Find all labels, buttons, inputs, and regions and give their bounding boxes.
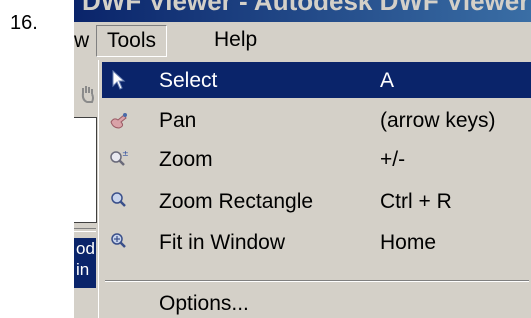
menu-help[interactable]: Help — [214, 25, 257, 55]
zoom-rectangle-icon — [108, 190, 130, 212]
background-separator — [74, 228, 96, 232]
menu-item-shortcut: A — [380, 69, 395, 92]
menu-item-label: Zoom Rectangle — [159, 190, 314, 213]
background-selected-panel: od in — [74, 238, 96, 288]
menu-item-shortcut: (arrow keys) — [380, 109, 496, 132]
menu-item-shortcut: +/- — [380, 148, 406, 171]
fit-window-icon — [108, 231, 130, 253]
menu-tools[interactable]: Tools — [96, 25, 168, 57]
hand-icon — [78, 84, 98, 104]
menu-item-fit-in-window[interactable]: Fit in Window Home — [102, 224, 531, 260]
menu-item-select[interactable]: Select A — [102, 62, 531, 98]
menu-item-options[interactable]: Options... — [102, 285, 531, 318]
menu-item-label: Zoom — [159, 148, 213, 171]
tools-dropdown-menu: Select A Pan (arrow keys) ± Zoom +/- Zoo… — [98, 60, 531, 318]
menu-item-shortcut: Home — [380, 231, 437, 254]
menu-item-zoom[interactable]: ± Zoom +/- — [102, 141, 531, 177]
step-number: 16. — [10, 12, 38, 34]
menu-item-label: Options... — [159, 292, 249, 315]
window-title-bar: DWF Viewer - Autodesk DWF Viewer — [74, 0, 531, 22]
screenshot-region: DWF Viewer - Autodesk DWF Viewer w Tools… — [74, 0, 531, 318]
menu-item-zoom-rectangle[interactable]: Zoom Rectangle Ctrl + R — [102, 183, 531, 219]
menu-item-label: Select — [159, 69, 218, 92]
menu-separator — [105, 280, 529, 282]
menu-item-pan[interactable]: Pan (arrow keys) — [102, 102, 531, 138]
hand-pan-icon — [108, 109, 130, 131]
menu-item-shortcut: Ctrl + R — [380, 190, 452, 213]
menu-item-label: Pan — [159, 109, 197, 132]
window-title: DWF Viewer - Autodesk DWF Viewer — [82, 0, 530, 16]
menu-bar: w Tools Help — [74, 22, 531, 60]
menu-view-fragment[interactable]: w — [74, 29, 89, 53]
pointer-arrow-icon — [108, 69, 130, 91]
svg-text:±: ± — [122, 149, 129, 158]
menu-item-label: Fit in Window — [159, 231, 286, 254]
zoom-icon: ± — [108, 148, 130, 170]
background-panel — [74, 117, 97, 223]
